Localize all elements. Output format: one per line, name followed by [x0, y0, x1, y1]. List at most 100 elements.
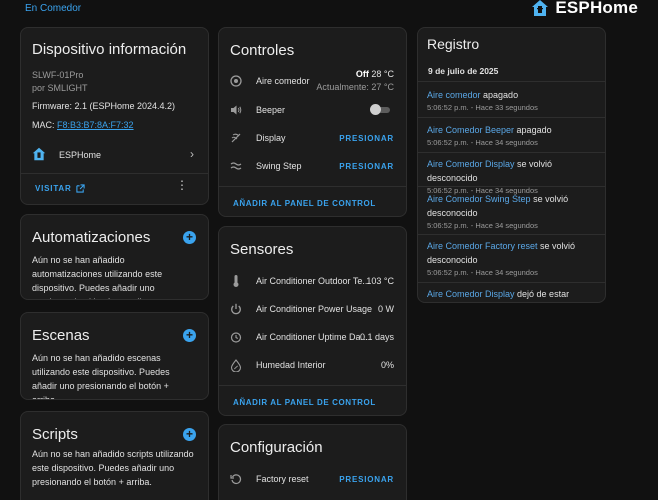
integration-row[interactable]: ESPHome › [21, 142, 208, 168]
log-entity-link[interactable]: Aire Comedor Display [427, 289, 515, 299]
climate-label: Aire comedor [256, 76, 310, 86]
device-info-title: Dispositivo información [32, 41, 187, 58]
log-entry-time: 5:06:52 p.m. - Hace 34 segundos [427, 138, 538, 147]
water-percent-icon [229, 358, 243, 372]
scenes-title: Escenas [32, 327, 90, 344]
add-scene-button[interactable]: + [183, 329, 196, 342]
automations-card: Automatizaciones + Aún no se han añadido… [20, 214, 209, 300]
beeper-label: Beeper [256, 105, 286, 115]
log-divider [418, 282, 605, 283]
controls-title: Controles [230, 42, 295, 59]
more-options-icon[interactable]: ⋮ [176, 179, 188, 191]
sensors-divider [219, 385, 406, 386]
brand-name: ESPHome [555, 0, 638, 17]
sensor-row-humidity[interactable]: Humedad Interior 0% [219, 355, 406, 375]
display-press-button[interactable]: PRESIONAR [339, 134, 394, 143]
top-bar: En Comedor ESPHome [0, 0, 658, 24]
log-entity-link[interactable]: Aire Comedor Swing Step [427, 194, 531, 204]
log-divider [418, 117, 605, 118]
log-entry: Aire comedor apagado 5:06:52 p.m. - Hace… [427, 88, 597, 114]
swing-press-button[interactable]: PRESIONAR [339, 162, 394, 171]
esphome-integration-icon [32, 147, 46, 161]
factory-reset-label: Factory reset [256, 474, 309, 484]
sensor-row-outdoor-temp[interactable]: Air Conditioner Outdoor Te... 103 °C [219, 271, 406, 291]
swing-label: Swing Step [256, 161, 302, 171]
speaker-icon [229, 103, 243, 117]
beeper-toggle-knob [370, 104, 381, 115]
esphome-logo-icon [532, 0, 549, 16]
configuration-title: Configuración [230, 439, 323, 456]
log-entry-text: dejó de estar [514, 289, 570, 299]
control-row-climate[interactable]: Aire comedor Off 28 °C Actualmente: 27 °… [219, 68, 406, 96]
thermostat-icon [229, 74, 243, 88]
log-entry: Aire Comedor Beeper apagado 5:06:52 p.m.… [427, 123, 597, 149]
humidity-label: Humedad Interior [256, 360, 326, 370]
log-entity-link[interactable]: Aire Comedor Display [427, 159, 515, 169]
logbook-card: Registro 9 de julio de 2025 Aire comedor… [417, 27, 606, 303]
thermometer-icon [229, 274, 243, 288]
mac-link[interactable]: F8:B3:B7:8A:F7:32 [57, 120, 134, 130]
uptime-value: 0.1 days [359, 332, 394, 342]
sensor-row-uptime[interactable]: Air Conditioner Uptime Da... 0.1 days [219, 327, 406, 347]
beeper-toggle[interactable] [370, 104, 392, 115]
display-toggle-icon [229, 131, 243, 145]
visit-label: VISITAR [35, 183, 72, 193]
controls-add-to-dashboard[interactable]: AÑADIR AL PANEL DE CONTROL [233, 199, 376, 208]
log-entry: Aire Comedor Factory reset se volvió des… [427, 239, 597, 279]
configuration-card: Configuración Factory reset PRESIONAR [218, 424, 407, 500]
outdoor-temp-label: Air Conditioner Outdoor Te... [256, 276, 370, 286]
device-info-card: Dispositivo información SLWF-01Pro por S… [20, 27, 209, 205]
controls-divider [219, 186, 406, 187]
chevron-right-icon: › [190, 147, 194, 161]
log-divider [418, 234, 605, 235]
sensor-row-power[interactable]: Air Conditioner Power Usage 0 W [219, 299, 406, 319]
log-entry-text: apagado [480, 90, 519, 100]
visit-button[interactable]: VISITAR [35, 181, 85, 195]
climate-current: Actualmente: 27 °C [316, 82, 394, 92]
logbook-divider [418, 81, 605, 82]
add-script-button[interactable]: + [183, 428, 196, 441]
log-entity-link[interactable]: Aire Comedor Beeper [427, 125, 514, 135]
device-manufacturer: por SMLIGHT [32, 83, 88, 93]
log-entry-time: 5:06:52 p.m. - Hace 34 segundos [427, 221, 538, 230]
logbook-date: 9 de julio de 2025 [428, 66, 499, 76]
power-icon [229, 302, 243, 316]
power-usage-value: 0 W [377, 304, 394, 314]
breadcrumb-area-link[interactable]: En Comedor [25, 3, 81, 14]
sensors-card: Sensores Air Conditioner Outdoor Te... 1… [218, 226, 407, 416]
climate-mode: Off [355, 69, 369, 79]
climate-target: 28 °C [371, 69, 394, 79]
scripts-empty-text: Aún no se han añadido scripts utilizando… [32, 449, 194, 487]
swing-icon [229, 159, 243, 173]
scenes-empty-text: Aún no se han añadido escenas utilizando… [32, 353, 170, 400]
external-link-icon [75, 183, 85, 193]
log-entry-text: apagado [514, 125, 552, 135]
integration-name: ESPHome [59, 150, 102, 160]
restore-icon [229, 472, 243, 486]
sensors-title: Sensores [230, 241, 294, 258]
outdoor-temp-value: 103 °C [366, 276, 394, 286]
config-row-factory-reset: Factory reset PRESIONAR [219, 469, 406, 489]
sensors-add-to-dashboard[interactable]: AÑADIR AL PANEL DE CONTROL [233, 398, 376, 407]
logbook-title: Registro [427, 36, 480, 52]
log-divider [418, 186, 605, 187]
log-entity-link[interactable]: Aire comedor [427, 90, 481, 100]
scenes-card: Escenas + Aún no se han añadido escenas … [20, 312, 209, 400]
timer-icon [229, 330, 243, 344]
log-entry: Aire Comedor Display dejó de estar [427, 287, 597, 301]
scripts-title: Scripts [32, 426, 78, 443]
humidity-value: 0% [380, 360, 394, 370]
device-card-divider [21, 173, 208, 174]
log-entity-link[interactable]: Aire Comedor Factory reset [427, 241, 538, 251]
device-model: SLWF-01Pro [32, 70, 84, 80]
factory-reset-press-button[interactable]: PRESIONAR [339, 475, 394, 484]
log-entry: Aire Comedor Swing Step se volvió descon… [427, 192, 597, 232]
mac-label: MAC: [32, 120, 55, 130]
display-label: Display [256, 133, 286, 143]
controls-card: Controles Aire comedor Off 28 °C Actualm… [218, 27, 407, 217]
device-mac: MAC: F8:B3:B7:8A:F7:32 [32, 120, 134, 130]
add-automation-button[interactable]: + [183, 231, 196, 244]
climate-state: Off 28 °C [356, 69, 394, 79]
log-divider [418, 152, 605, 153]
power-usage-label: Air Conditioner Power Usage [256, 304, 373, 314]
